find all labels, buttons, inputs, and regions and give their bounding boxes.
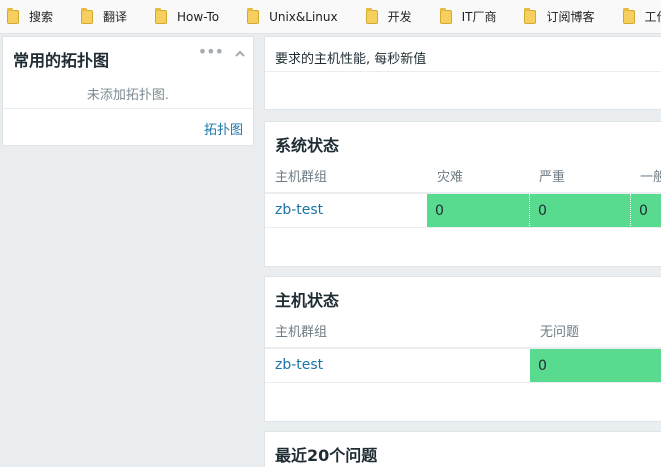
average-count-cell[interactable]: 0 <box>630 194 661 228</box>
folder-icon <box>7 7 19 24</box>
performance-label: 要求的主机性能, 每秒新值 <box>275 52 427 67</box>
bookmark-unix-linux[interactable]: Unix&Linux <box>247 0 366 33</box>
column-header-host-group: 主机群组 <box>275 325 328 340</box>
bookmark-label: 搜索 <box>29 10 54 24</box>
disaster-count-cell[interactable]: 0 <box>427 194 529 228</box>
widget-title: 系统状态 <box>275 136 340 155</box>
folder-icon <box>81 7 94 24</box>
column-header-no-problem: 无问题 <box>540 325 580 340</box>
bookmark-label: IT厂商 <box>461 10 497 24</box>
bookmark-blogs[interactable]: 订阅博客 <box>524 0 622 33</box>
widget-title: 常用的拓扑图 <box>13 51 110 70</box>
bookmark-label: 翻译 <box>103 10 128 24</box>
bookmarks-bar: 搜索 翻译 How-To Unix&Linux 开发 IT厂商 订阅博客 工作、… <box>0 0 661 34</box>
no-problem-count-cell[interactable]: 0 <box>530 349 661 383</box>
collapse-chevron-icon[interactable] <box>235 49 245 59</box>
bookmark-label: How-To <box>177 9 220 24</box>
column-header-high: 严重 <box>539 170 566 185</box>
system-status-widget: 系统状态 主机群组 灾难 严重 一般 zb-test 0 0 0 <box>264 121 661 267</box>
bookmark-work-life[interactable]: 工作、生活 <box>622 0 661 33</box>
folder-icon <box>155 7 168 24</box>
column-header-disaster: 灾难 <box>437 170 464 185</box>
folder-icon <box>622 7 635 24</box>
widget-title: 主机状态 <box>275 291 340 310</box>
last-problems-widget: 最近20个问题 <box>264 431 661 467</box>
bookmark-dev[interactable]: 开发 <box>365 0 440 33</box>
favourite-maps-widget: 常用的拓扑图 ••• 未添加拓扑图. 拓扑图 <box>2 36 254 146</box>
bookmark-it-vendors[interactable]: IT厂商 <box>439 0 525 33</box>
folder-icon <box>524 7 537 24</box>
folder-icon <box>365 7 378 24</box>
host-group-link[interactable]: zb-test <box>275 202 323 218</box>
bookmark-how-to[interactable]: How-To <box>155 0 247 33</box>
more-options-icon[interactable]: ••• <box>198 44 224 60</box>
widget-controls: ••• <box>198 44 245 60</box>
bookmark-label: 工作、生活 <box>644 10 661 24</box>
maps-footer-link[interactable]: 拓扑图 <box>204 119 243 138</box>
high-count-cell[interactable]: 0 <box>529 194 630 228</box>
host-status-widget: 主机状态 主机群组 无问题 zb-test 0 <box>264 276 661 422</box>
bookmark-translate[interactable]: 翻译 <box>81 0 155 33</box>
widget-title: 最近20个问题 <box>275 446 378 465</box>
host-performance-widget: 要求的主机性能, 每秒新值 <box>264 36 661 110</box>
divider <box>265 71 661 72</box>
divider <box>3 108 253 109</box>
column-header-host-group: 主机群组 <box>275 170 328 185</box>
host-group-link[interactable]: zb-test <box>275 357 323 373</box>
row-divider <box>265 382 661 383</box>
row-divider <box>265 227 661 228</box>
bookmark-label: 开发 <box>387 10 412 24</box>
folder-icon <box>439 7 452 24</box>
folder-icon <box>247 7 260 24</box>
bookmark-search[interactable]: 搜索 <box>7 0 81 33</box>
column-header-average: 一般 <box>640 170 661 185</box>
bookmark-label: Unix&Linux <box>269 9 338 24</box>
bookmark-label: 订阅博客 <box>546 10 595 24</box>
empty-message: 未添加拓扑图. <box>86 88 170 103</box>
